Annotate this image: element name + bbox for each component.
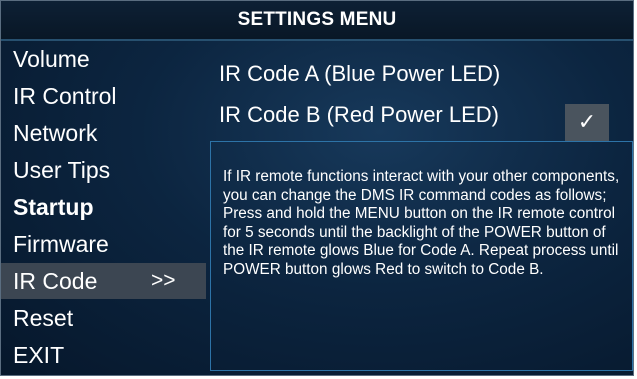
menu-item-reset[interactable]: Reset <box>1 300 206 336</box>
page-title: SETTINGS MENU <box>1 1 633 41</box>
menu-item-ir-code-label: IR Code <box>13 268 98 294</box>
menu-item-user-tips[interactable]: User Tips <box>1 152 206 188</box>
settings-screen: SETTINGS MENU Volume IR Control Network … <box>0 0 634 376</box>
menu-item-ir-code[interactable]: IR Code >> <box>1 263 206 299</box>
menu-item-ir-control[interactable]: IR Control <box>1 78 206 114</box>
menu-item-volume[interactable]: Volume <box>1 41 206 77</box>
info-panel: If IR remote functions interact with you… <box>210 141 633 371</box>
checkmark-icon[interactable]: ✓ <box>565 104 609 142</box>
option-ir-code-a[interactable]: IR Code A (Blue Power LED) <box>219 61 500 87</box>
info-text: If IR remote functions interact with you… <box>223 168 620 278</box>
menu-item-network[interactable]: Network <box>1 115 206 151</box>
menu-item-firmware[interactable]: Firmware <box>1 226 206 262</box>
submenu-arrow-icon: >> <box>151 269 176 292</box>
menu-item-startup[interactable]: Startup <box>1 189 206 225</box>
option-ir-code-b[interactable]: IR Code B (Red Power LED) <box>219 102 499 128</box>
menu-item-exit[interactable]: EXIT <box>1 337 206 373</box>
